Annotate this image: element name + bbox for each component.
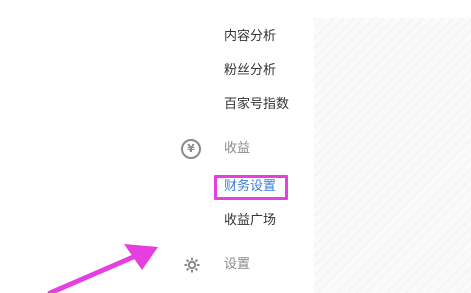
sidebar-item-content-analysis[interactable]: 内容分析 <box>224 28 276 46</box>
sidebar-group-income[interactable]: 收益 <box>224 140 250 158</box>
gear-icon <box>182 255 202 275</box>
sidebar-item-income-square[interactable]: 收益广场 <box>224 212 276 230</box>
sidebar-group-settings[interactable]: 设置 <box>224 256 250 274</box>
sidebar-item-fans-analysis[interactable]: 粉丝分析 <box>224 62 276 80</box>
highlight-annotation-box <box>214 175 288 200</box>
sidebar-item-baijiahao-index[interactable]: 百家号指数 <box>224 96 289 114</box>
yen-circle-icon: ¥ <box>181 139 201 159</box>
content-panel-background <box>314 18 471 293</box>
